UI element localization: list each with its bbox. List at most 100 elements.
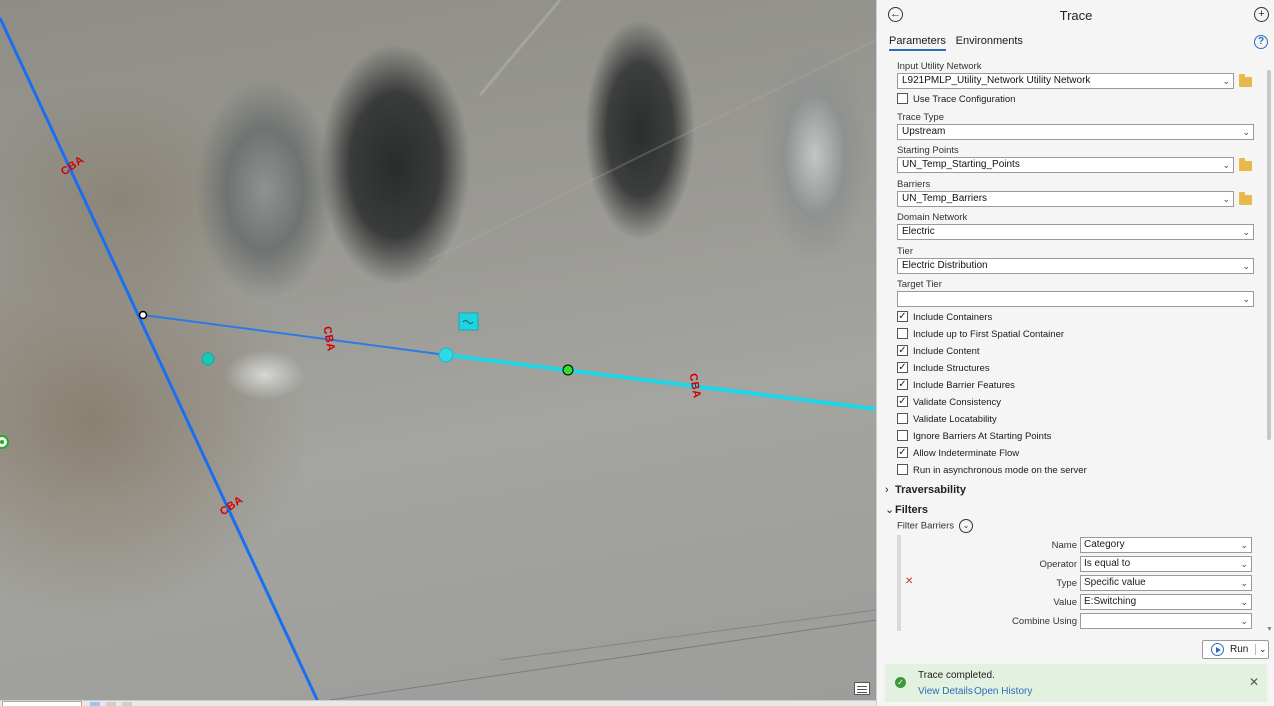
trace-type-label: Trace Type bbox=[897, 112, 944, 123]
chevron-down-icon: ⌄ bbox=[1242, 261, 1250, 271]
nav-icon[interactable] bbox=[90, 702, 100, 706]
play-icon bbox=[1211, 643, 1224, 656]
filter-combine-dropdown[interactable]: ⌄ bbox=[1080, 613, 1252, 629]
option-first-spatial-container[interactable]: Include up to First Spatial Container bbox=[897, 328, 1065, 343]
input-network-label: Input Utility Network bbox=[897, 61, 982, 72]
option-validate-locatability[interactable]: Validate Locatability bbox=[897, 413, 997, 428]
input-network-dropdown[interactable]: L921PMLP_Utility_Network Utility Network… bbox=[897, 73, 1234, 89]
chevron-down-icon: ⌄ bbox=[1222, 76, 1230, 86]
tab-parameters[interactable]: Parameters bbox=[889, 35, 946, 51]
use-trace-config-checkbox[interactable]: Use Trace Configuration bbox=[897, 93, 1016, 108]
status-bar: ✓ Trace completed. View Details Open His… bbox=[885, 664, 1267, 702]
checkbox-label: Include Structures bbox=[913, 363, 990, 375]
option-validate-consistency[interactable]: ✓ Validate Consistency bbox=[897, 396, 1002, 411]
map-view[interactable]: CBA CBA CBA CBA bbox=[0, 0, 876, 706]
barriers-dropdown[interactable]: UN_Temp_Barriers ⌄ bbox=[897, 191, 1234, 207]
close-icon[interactable]: ✕ bbox=[1249, 675, 1259, 689]
checkbox-label: Validate Consistency bbox=[913, 397, 1002, 409]
filter-operator-label: Operator bbox=[1039, 559, 1078, 570]
filter-combine-label: Combine Using bbox=[1012, 616, 1077, 627]
filter-barriers-text: Filter Barriers bbox=[897, 520, 955, 532]
chevron-down-icon: ⌄ bbox=[1240, 616, 1248, 626]
filter-value-label: Value bbox=[1053, 597, 1077, 608]
chevron-down-icon: ⌄ bbox=[885, 504, 895, 516]
option-include-content[interactable]: ✓ Include Content bbox=[897, 345, 980, 360]
trace-type-value: Upstream bbox=[902, 126, 946, 137]
view-details-link[interactable]: View Details bbox=[918, 686, 973, 697]
option-include-barrier-features[interactable]: ✓ Include Barrier Features bbox=[897, 379, 1015, 394]
section-label: Traversability bbox=[895, 484, 966, 496]
domain-network-dropdown[interactable]: Electric ⌄ bbox=[897, 224, 1254, 240]
status-message: Trace completed. bbox=[918, 670, 995, 681]
filter-type-value: Specific value bbox=[1084, 577, 1146, 588]
checkbox-box: ✓ bbox=[897, 379, 908, 390]
run-button[interactable]: Run ⌄ bbox=[1202, 640, 1269, 659]
checkbox-box bbox=[897, 413, 908, 424]
trace-type-dropdown[interactable]: Upstream ⌄ bbox=[897, 124, 1254, 140]
option-include-containers[interactable]: ✓ Include Containers bbox=[897, 311, 993, 326]
filter-name-dropdown[interactable]: Category ⌄ bbox=[1080, 537, 1252, 553]
tab-environments[interactable]: Environments bbox=[956, 35, 1023, 49]
target-tier-dropdown[interactable]: ⌄ bbox=[897, 291, 1254, 307]
filter-operator-value: Is equal to bbox=[1084, 558, 1131, 569]
filter-barriers-label: Filter Barriers ⌄ bbox=[897, 519, 974, 533]
input-network-value: L921PMLP_Utility_Network Utility Network bbox=[902, 75, 1091, 86]
checkbox-box: ✓ bbox=[897, 362, 908, 373]
checkbox-label: Include up to First Spatial Container bbox=[913, 329, 1065, 341]
chevron-down-icon[interactable]: ⌄ bbox=[1259, 641, 1267, 658]
chevron-down-icon: ⌄ bbox=[1240, 578, 1248, 588]
filter-name-label: Name bbox=[1051, 540, 1077, 551]
nav-icon[interactable] bbox=[106, 702, 116, 706]
option-indeterminate-flow[interactable]: ✓ Allow Indeterminate Flow bbox=[897, 447, 1020, 462]
scrollbar-thumb[interactable] bbox=[1267, 70, 1271, 440]
domain-network-value: Electric bbox=[902, 226, 935, 237]
starting-points-dropdown[interactable]: UN_Temp_Starting_Points ⌄ bbox=[897, 157, 1234, 173]
trace-result-line bbox=[445, 353, 876, 411]
tier-dropdown[interactable]: Electric Distribution ⌄ bbox=[897, 258, 1254, 274]
starting-point bbox=[438, 347, 454, 363]
geoprocessing-pane: ← Trace + Parameters Environments ? Inpu… bbox=[876, 0, 1274, 706]
section-traversability[interactable]: › Traversability bbox=[885, 484, 966, 496]
chevron-down-icon: ⌄ bbox=[1242, 227, 1250, 237]
checkbox-box: ✓ bbox=[897, 396, 908, 407]
filter-type-dropdown[interactable]: Specific value ⌄ bbox=[1080, 575, 1252, 591]
chevron-down-icon: ⌄ bbox=[1242, 127, 1250, 137]
feeder-line-branch bbox=[142, 314, 447, 356]
checkbox-label: Use Trace Configuration bbox=[913, 94, 1016, 106]
checkbox-label: Include Barrier Features bbox=[913, 380, 1015, 392]
success-check-icon: ✓ bbox=[895, 677, 906, 688]
help-icon[interactable]: ? bbox=[1254, 35, 1268, 49]
filter-operator-dropdown[interactable]: Is equal to ⌄ bbox=[1080, 556, 1252, 572]
pane-header: ← Trace + bbox=[877, 0, 1274, 30]
chevron-down-icon: ⌄ bbox=[1240, 559, 1248, 569]
junction-point bbox=[138, 310, 148, 320]
expand-icon[interactable]: ⌄ bbox=[959, 519, 974, 533]
service-point bbox=[201, 352, 215, 366]
filter-name-value: Category bbox=[1084, 539, 1125, 550]
option-async-mode[interactable]: Run in asynchronous mode on the server bbox=[897, 464, 1087, 479]
folder-icon[interactable] bbox=[1239, 74, 1252, 87]
checkbox-label: Include Containers bbox=[913, 312, 993, 324]
option-ignore-barriers[interactable]: Ignore Barriers At Starting Points bbox=[897, 430, 1051, 445]
open-history-link[interactable]: Open History bbox=[974, 686, 1032, 697]
table-icon[interactable] bbox=[854, 682, 870, 695]
nav-icon[interactable] bbox=[122, 702, 132, 706]
folder-icon[interactable] bbox=[1239, 192, 1252, 205]
section-filters[interactable]: ⌄Filters bbox=[885, 503, 928, 516]
starting-points-value: UN_Temp_Starting_Points bbox=[902, 159, 1020, 170]
checkbox-label: Allow Indeterminate Flow bbox=[913, 448, 1020, 460]
map-overlay bbox=[0, 0, 876, 706]
chevron-down-icon: ⌄ bbox=[1242, 294, 1250, 304]
checkbox-label: Include Content bbox=[913, 346, 980, 358]
scale-input[interactable] bbox=[2, 701, 82, 706]
checkbox-box bbox=[897, 430, 908, 441]
tier-value: Electric Distribution bbox=[902, 260, 988, 271]
vertical-scrollbar[interactable]: ▼ bbox=[1266, 58, 1273, 633]
folder-icon[interactable] bbox=[1239, 158, 1252, 171]
scroll-down-icon[interactable]: ▼ bbox=[1266, 626, 1273, 633]
filter-value-value: E:Switching bbox=[1084, 596, 1137, 607]
checkbox-box: ✓ bbox=[897, 345, 908, 356]
filter-value-dropdown[interactable]: E:Switching ⌄ bbox=[1080, 594, 1252, 610]
option-include-structures[interactable]: ✓ Include Structures bbox=[897, 362, 990, 377]
add-icon[interactable]: + bbox=[1254, 7, 1269, 22]
